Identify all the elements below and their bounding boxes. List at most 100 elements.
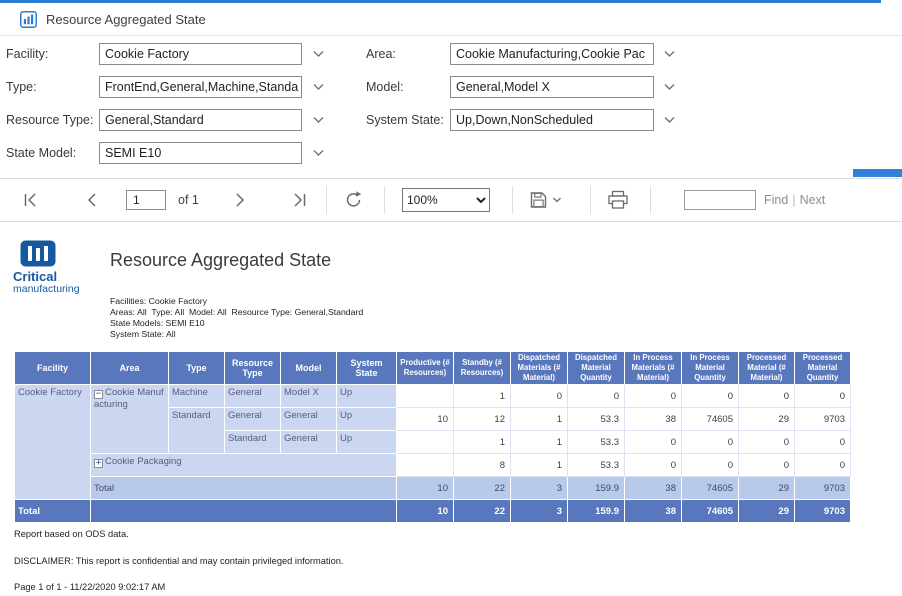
filter-row: Resource Type: General,Standard System S… — [0, 109, 902, 131]
resource-type-value: General,Standard — [105, 113, 204, 127]
cell-value: 9703 — [795, 408, 851, 431]
cell-value: 0 — [739, 454, 795, 477]
cell-value: 0 — [795, 454, 851, 477]
company-logo-icon — [20, 240, 56, 267]
type-combobox[interactable]: FrontEnd,General,Machine,Standa — [99, 76, 302, 98]
cell-value: 38 — [625, 477, 682, 500]
report-parameters: Facilities: Cookie Factory Areas: All Ty… — [110, 296, 363, 340]
area-value: Cookie Manufacturing,Cookie Pac — [456, 47, 645, 61]
model-combobox[interactable]: General,Model X — [450, 76, 654, 98]
filter-label-system-state: System State: — [366, 109, 444, 131]
cell-value: 0 — [625, 385, 682, 408]
cell-value: 0 — [568, 385, 625, 408]
cell-value: 53.3 — [568, 454, 625, 477]
last-page-button[interactable] — [290, 192, 308, 208]
filter-label-facility: Facility: — [6, 43, 48, 65]
toolbar-separator — [512, 187, 513, 214]
table-row: +Cookie Packaging 8 1 53.3 0 0 0 0 — [15, 454, 851, 477]
filter-panel: Facility: Cookie Factory Area: Cookie Ma… — [0, 36, 902, 168]
cell-value — [397, 431, 454, 454]
collapse-toggle[interactable]: − — [94, 390, 103, 399]
grand-total-spacer — [91, 500, 397, 523]
find-input[interactable] — [684, 190, 756, 210]
report-note: Report based on ODS data. — [14, 529, 129, 539]
system-state-combobox[interactable]: Up,Down,NonScheduled — [450, 109, 654, 131]
chevron-down-icon[interactable] — [312, 50, 325, 58]
report-viewer-window: Resource Aggregated State Facility: Cook… — [0, 0, 902, 596]
cell-value: 0 — [795, 431, 851, 454]
column-header-resource-type: Resource Type — [225, 352, 281, 385]
resource-type-combobox[interactable]: General,Standard — [99, 109, 302, 131]
cell-value: 1 — [511, 408, 568, 431]
cell-resource-type: General — [225, 408, 281, 431]
filter-row: Type: FrontEnd,General,Machine,Standa Mo… — [0, 76, 902, 98]
table-row: Cookie Factory −Cookie Manufacturing Mac… — [15, 385, 851, 408]
filter-row: Facility: Cookie Factory Area: Cookie Ma… — [0, 43, 902, 65]
column-header-standby: Standby (# Resources) — [454, 352, 511, 385]
chevron-down-icon[interactable] — [312, 149, 325, 157]
cell-value: 22 — [454, 477, 511, 500]
cell-value: 1 — [511, 454, 568, 477]
cell-type: Machine — [169, 385, 225, 408]
state-model-combobox[interactable]: SEMI E10 — [99, 142, 302, 164]
cell-value: 8 — [454, 454, 511, 477]
find-next-separator: | — [792, 193, 795, 207]
toolbar-separator — [384, 187, 385, 214]
logo-text-manufacturing: manufacturing — [13, 283, 80, 295]
chevron-down-icon[interactable] — [312, 116, 325, 124]
page-number-input[interactable] — [126, 190, 166, 210]
cell-value: 0 — [795, 385, 851, 408]
chevron-down-icon[interactable] — [663, 50, 676, 58]
column-header-dispatched-materials: Dispatched Materials (# Material) — [511, 352, 568, 385]
toolbar-separator — [326, 187, 327, 214]
cell-value: 10 — [397, 500, 454, 523]
chevron-down-icon[interactable] — [663, 83, 676, 91]
filter-label-model: Model: — [366, 76, 404, 98]
model-value: General,Model X — [456, 80, 550, 94]
cell-model: General — [281, 431, 337, 454]
cell-model: General — [281, 408, 337, 431]
export-button[interactable] — [530, 192, 562, 209]
previous-page-button[interactable] — [84, 192, 100, 208]
chevron-down-icon[interactable] — [663, 116, 676, 124]
state-model-value: SEMI E10 — [105, 146, 161, 160]
column-header-facility: Facility — [15, 352, 91, 385]
refresh-button[interactable] — [344, 191, 363, 210]
printer-icon — [608, 191, 628, 210]
facility-value: Cookie Factory — [105, 47, 189, 61]
area-combobox[interactable]: Cookie Manufacturing,Cookie Pac — [450, 43, 654, 65]
cell-value: 9703 — [795, 500, 851, 523]
column-header-model: Model — [281, 352, 337, 385]
next-page-button[interactable] — [232, 192, 248, 208]
cell-value: 159.9 — [568, 500, 625, 523]
chevron-down-icon[interactable] — [312, 83, 325, 91]
cell-value: 38 — [625, 408, 682, 431]
report-header-bar: Resource Aggregated State — [0, 3, 902, 36]
next-link[interactable]: Next — [800, 193, 826, 207]
horizontal-scrollbar-thumb[interactable] — [853, 169, 902, 177]
cell-value: 1 — [454, 385, 511, 408]
find-link[interactable]: Find — [764, 193, 788, 207]
cell-system-state: Up — [337, 431, 397, 454]
cell-value: 74605 — [682, 408, 739, 431]
page-title: Resource Aggregated State — [46, 12, 206, 27]
cell-value: 3 — [511, 500, 568, 523]
cell-area: +Cookie Packaging — [91, 454, 397, 477]
facility-combobox[interactable]: Cookie Factory — [99, 43, 302, 65]
filter-label-type: Type: — [6, 76, 37, 98]
cell-area: −Cookie Manufacturing — [91, 385, 169, 454]
save-icon — [530, 192, 547, 209]
filter-label-resource-type: Resource Type: — [6, 109, 93, 131]
cell-model: Model X — [281, 385, 337, 408]
type-value: FrontEnd,General,Machine,Standa — [105, 80, 298, 94]
first-page-button[interactable] — [22, 192, 40, 208]
cell-value: 1 — [454, 431, 511, 454]
bar-chart-icon — [20, 11, 37, 28]
cell-value: 0 — [739, 385, 795, 408]
expand-toggle[interactable]: + — [94, 459, 103, 468]
cell-value: 0 — [511, 385, 568, 408]
logo-text-critical: Critical — [13, 269, 57, 284]
cell-system-state: Up — [337, 385, 397, 408]
print-button[interactable] — [608, 191, 628, 210]
zoom-select[interactable]: 100% — [402, 188, 490, 212]
